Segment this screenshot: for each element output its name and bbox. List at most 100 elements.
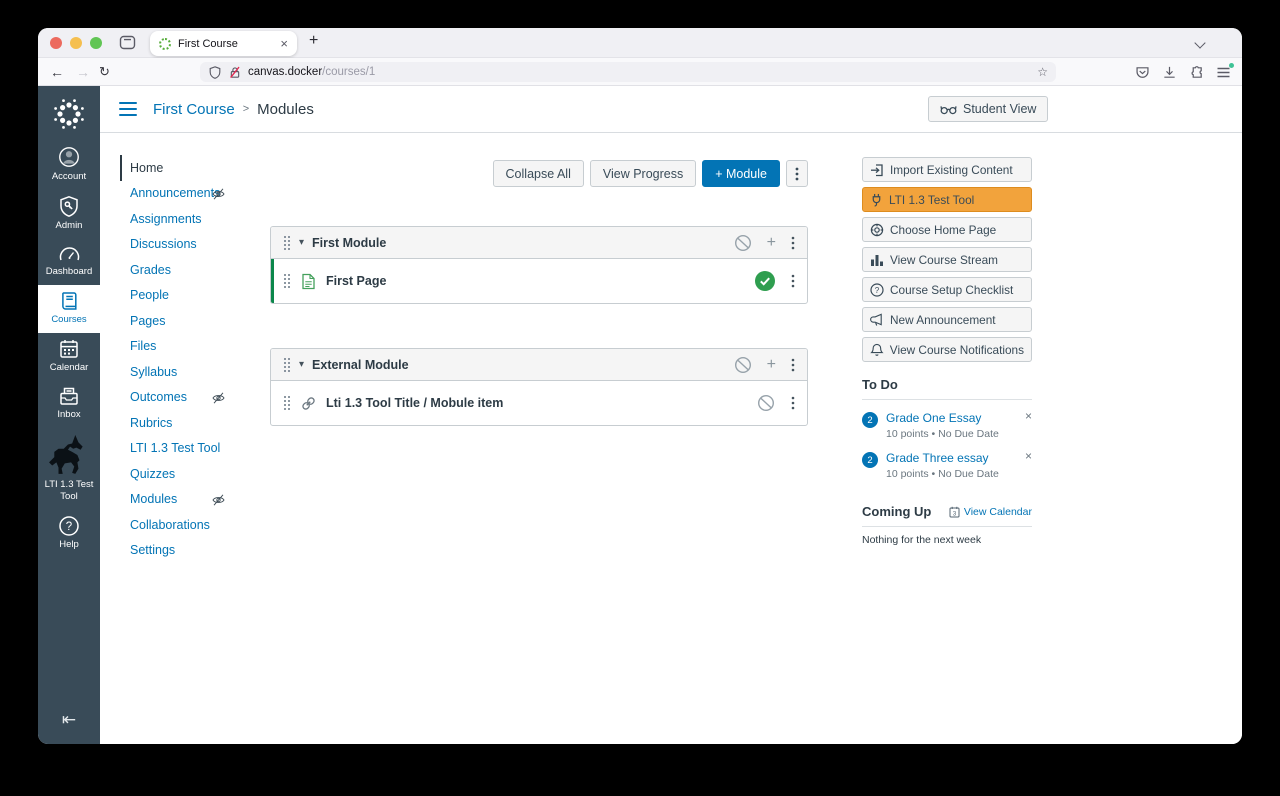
course-menu-hamburger-icon[interactable] bbox=[119, 101, 137, 117]
extensions-puzzle-icon[interactable] bbox=[1189, 65, 1204, 80]
course-nav-people[interactable]: People bbox=[120, 283, 270, 309]
choose-home-page-button[interactable]: Choose Home Page bbox=[862, 217, 1032, 242]
course-nav-assignments[interactable]: Assignments bbox=[120, 206, 270, 232]
question-circle-icon: ? bbox=[870, 282, 884, 297]
module-item-title[interactable]: First Page bbox=[326, 274, 386, 288]
svg-text:?: ? bbox=[66, 521, 72, 533]
bar-chart-icon bbox=[871, 254, 883, 266]
student-view-button[interactable]: Student View bbox=[928, 96, 1049, 122]
todo-item-body: Grade Three essay 10 points • No Due Dat… bbox=[886, 451, 999, 480]
global-nav-calendar[interactable]: Calendar bbox=[38, 333, 100, 381]
course-nav-rubrics[interactable]: Rubrics bbox=[120, 410, 270, 436]
drag-handle-icon[interactable] bbox=[283, 235, 291, 251]
module-kebab-icon[interactable] bbox=[791, 236, 795, 250]
browser-tab[interactable]: First Course × bbox=[150, 31, 297, 56]
tab-close-icon[interactable]: × bbox=[280, 36, 288, 51]
global-nav-lti-test-tool[interactable]: LTI 1.3 Test Tool bbox=[38, 428, 100, 510]
close-window-button[interactable] bbox=[50, 37, 62, 49]
global-nav-admin[interactable]: Admin bbox=[38, 190, 100, 239]
todo-item-link[interactable]: Grade Three essay bbox=[886, 451, 999, 465]
modules-options-kebab-button[interactable] bbox=[786, 160, 808, 187]
view-calendar-link[interactable]: 3 View Calendar bbox=[949, 506, 1032, 518]
collapse-all-button[interactable]: Collapse All bbox=[492, 160, 584, 187]
course-nav-home[interactable]: Home bbox=[120, 155, 270, 181]
global-nav-courses[interactable]: Courses bbox=[38, 284, 100, 333]
global-nav-dashboard[interactable]: Dashboard bbox=[38, 239, 100, 285]
inbox-icon bbox=[60, 388, 78, 406]
forward-button[interactable]: → bbox=[76, 64, 90, 80]
add-item-plus-icon[interactable]: + bbox=[767, 356, 776, 373]
unpublish-circle-slash-icon[interactable] bbox=[734, 234, 752, 252]
canvas-logo-icon[interactable] bbox=[51, 96, 87, 132]
breadcrumb-course-link[interactable]: First Course bbox=[153, 101, 235, 118]
minimize-window-button[interactable] bbox=[70, 37, 82, 49]
course-nav-collaborations[interactable]: Collaborations bbox=[120, 512, 270, 538]
item-kebab-icon[interactable] bbox=[791, 274, 795, 288]
view-course-stream-button[interactable]: View Course Stream bbox=[862, 247, 1032, 272]
course-nav-modules[interactable]: Modules bbox=[120, 487, 270, 513]
download-icon[interactable] bbox=[1162, 65, 1177, 80]
lti-test-tool-button[interactable]: LTI 1.3 Test Tool bbox=[862, 187, 1032, 212]
course-page: First Course > Modules Student View Home bbox=[100, 86, 1242, 744]
back-button[interactable]: ← bbox=[50, 64, 64, 80]
zoom-window-button[interactable] bbox=[90, 37, 102, 49]
todo-item: 2 Grade Three essay 10 points • No Due D… bbox=[862, 440, 1032, 480]
unpublish-circle-slash-icon[interactable] bbox=[734, 356, 752, 374]
collapse-global-nav-button[interactable]: ⇤ bbox=[38, 710, 100, 744]
view-course-notifications-button[interactable]: View Course Notifications bbox=[862, 337, 1032, 362]
help-icon: ? bbox=[59, 516, 79, 536]
drag-handle-icon[interactable] bbox=[283, 395, 291, 411]
global-nav-help[interactable]: ? Help bbox=[38, 510, 100, 558]
course-nav-discussions[interactable]: Discussions bbox=[120, 232, 270, 258]
course-nav-files[interactable]: Files bbox=[120, 334, 270, 360]
module-kebab-icon[interactable] bbox=[791, 358, 795, 372]
new-announcement-button[interactable]: New Announcement bbox=[862, 307, 1032, 332]
course-nav-announcements[interactable]: Announcements bbox=[120, 181, 270, 207]
insecure-lock-icon[interactable] bbox=[228, 65, 242, 80]
course-nav-grades[interactable]: Grades bbox=[120, 257, 270, 283]
module-item-first-page[interactable]: First Page bbox=[271, 259, 807, 303]
firefox-view-icon[interactable] bbox=[119, 34, 136, 51]
module-header: ▾ First Module + bbox=[271, 227, 807, 259]
add-item-plus-icon[interactable]: + bbox=[767, 234, 776, 251]
new-tab-button[interactable]: + bbox=[309, 32, 318, 50]
reload-button[interactable]: ↻ bbox=[99, 64, 110, 80]
unpublished-circle-slash-icon[interactable] bbox=[757, 394, 775, 412]
collapse-module-caret-icon[interactable]: ▾ bbox=[299, 237, 304, 248]
course-nav-quizzes[interactable]: Quizzes bbox=[120, 461, 270, 487]
course-setup-checklist-button[interactable]: ? Course Setup Checklist bbox=[862, 277, 1032, 302]
course-nav-pages[interactable]: Pages bbox=[120, 308, 270, 334]
drag-handle-icon[interactable] bbox=[283, 357, 291, 373]
svg-text:3: 3 bbox=[953, 511, 957, 517]
add-module-button[interactable]: + Module bbox=[702, 160, 780, 187]
app-menu-button[interactable] bbox=[1216, 62, 1234, 79]
courses-book-icon bbox=[62, 291, 77, 310]
todo-item-link[interactable]: Grade One Essay bbox=[886, 411, 999, 425]
import-existing-content-button[interactable]: Import Existing Content bbox=[862, 157, 1032, 182]
tab-list-chevron-icon[interactable] bbox=[1194, 37, 1206, 49]
item-kebab-icon[interactable] bbox=[791, 396, 795, 410]
drag-handle-icon[interactable] bbox=[283, 273, 291, 289]
breadcrumb-current-page: Modules bbox=[257, 100, 314, 118]
global-nav-inbox[interactable]: Inbox bbox=[38, 380, 100, 428]
course-nav-syllabus[interactable]: Syllabus bbox=[120, 359, 270, 385]
course-nav-lti-test-tool[interactable]: LTI 1.3 Test Tool bbox=[120, 436, 270, 462]
collapse-module-caret-icon[interactable]: ▾ bbox=[299, 359, 304, 370]
dismiss-todo-icon[interactable]: × bbox=[1025, 449, 1032, 463]
tracking-shield-icon[interactable] bbox=[208, 65, 222, 80]
module-item-actions bbox=[755, 271, 795, 291]
page-document-icon bbox=[302, 273, 315, 289]
url-bar[interactable]: canvas.docker/courses/1 ☆ bbox=[200, 62, 1056, 82]
bell-icon bbox=[870, 343, 884, 356]
url-text: canvas.docker/courses/1 bbox=[248, 66, 375, 78]
view-progress-button[interactable]: View Progress bbox=[589, 160, 697, 187]
bookmark-star-icon[interactable]: ☆ bbox=[1037, 65, 1048, 79]
published-check-icon[interactable] bbox=[755, 271, 775, 291]
module-item-lti-tool[interactable]: Lti 1.3 Tool Title / Mobule item bbox=[271, 381, 807, 425]
pocket-icon[interactable] bbox=[1135, 65, 1150, 80]
course-nav-outcomes[interactable]: Outcomes bbox=[120, 385, 270, 411]
global-nav-account[interactable]: Account bbox=[38, 140, 100, 190]
course-nav-settings[interactable]: Settings bbox=[120, 538, 270, 564]
module-item-title[interactable]: Lti 1.3 Tool Title / Mobule item bbox=[326, 396, 503, 410]
dismiss-todo-icon[interactable]: × bbox=[1025, 409, 1032, 423]
